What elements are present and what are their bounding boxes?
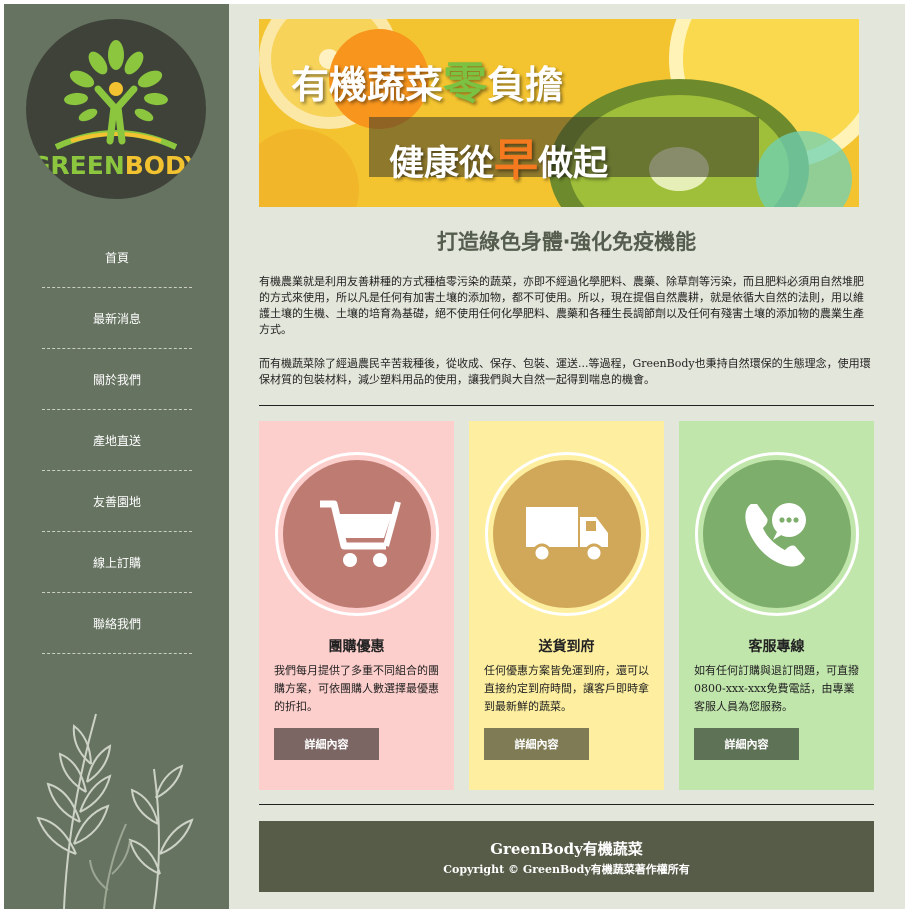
- card-group-buy: 團購優惠 我們每月提供了多重不同組合的團購方案，可依團購人數選擇最優惠的折扣。 …: [259, 421, 454, 790]
- sidebar-item-friendly-garden[interactable]: 友善園地: [42, 471, 192, 532]
- footer-copyright: Copyright © GreenBody有機蔬菜著作權所有: [443, 863, 690, 876]
- sidebar: GREENBODY 首頁 最新消息 關於我們 產地直送 友善園地 線上訂購 聯絡…: [4, 4, 229, 909]
- sidebar-nav: 首頁 最新消息 關於我們 產地直送 友善園地 線上訂購 聯絡我們: [42, 227, 192, 654]
- divider: [259, 405, 874, 406]
- divider: [259, 804, 874, 805]
- footer-title: GreenBody有機蔬菜: [490, 840, 643, 858]
- card-title: 團購優惠: [328, 639, 385, 655]
- sidebar-item-about[interactable]: 關於我們: [42, 349, 192, 410]
- details-button[interactable]: 詳細內容: [274, 728, 379, 760]
- phone-chat-icon: [745, 503, 806, 567]
- sidebar-item-contact[interactable]: 聯絡我們: [42, 593, 192, 654]
- page-frame: GREENBODY 首頁 最新消息 關於我們 產地直送 友善園地 線上訂購 聯絡…: [4, 4, 905, 909]
- page-title: 打造綠色身體‧強化免疫機能: [436, 230, 697, 254]
- card-text: 如有任何訂購與退訂問題，可直撥0800-xxx-xxx免費電話，由專業客服人員為…: [694, 664, 859, 713]
- details-button[interactable]: 詳細內容: [694, 728, 799, 760]
- card-title: 客服專線: [748, 639, 805, 655]
- sidebar-item-direct-from-farm[interactable]: 產地直送: [42, 410, 192, 471]
- footer: GreenBody有機蔬菜 Copyright © GreenBody有機蔬菜著…: [259, 821, 874, 892]
- shopping-cart-icon: [320, 500, 401, 567]
- delivery-truck-icon: [526, 507, 608, 563]
- greenbody-logo[interactable]: GREENBODY: [26, 19, 206, 199]
- banner-headline-1: 有機蔬菜零負擔: [291, 58, 564, 109]
- intro-paragraph-1: 有機農業就是利用友善耕種的方式種植零污染的蔬菜，亦即不經過化學肥料、農藥、除草劑…: [259, 275, 864, 336]
- banner-headline-2: 健康從早做起: [389, 135, 609, 186]
- card-home-delivery: 送貨到府 任何優惠方案皆免運到府，還可以直接約定到府時間，讓客戶即時拿到最新鮮的…: [469, 421, 664, 790]
- sidebar-item-online-order[interactable]: 線上訂購: [42, 532, 192, 593]
- sidebar-item-home[interactable]: 首頁: [42, 227, 192, 288]
- sidebar-item-news[interactable]: 最新消息: [42, 288, 192, 349]
- details-button[interactable]: 詳細內容: [484, 728, 589, 760]
- plant-decoration-icon: [36, 713, 194, 909]
- card-text: 我們每月提供了多重不同組合的團購方案，可依團購人數選擇最優惠的折扣。: [274, 664, 439, 713]
- card-icon-ring: [275, 452, 439, 616]
- logo-text: GREENBODY: [29, 151, 203, 180]
- card-title: 送貨到府: [538, 639, 595, 655]
- card-text: 任何優惠方案皆免運到府，還可以直接約定到府時間，讓客戶即時拿到最新鮮的蔬菜。: [484, 664, 649, 713]
- card-icon-ring: [695, 452, 859, 616]
- card-icon-ring: [485, 452, 649, 616]
- intro-paragraph-2: 而有機蔬菜除了經過農民辛苦栽種後，從收成、保存、包裝、運送...等過程，Gree…: [259, 357, 871, 386]
- card-customer-service: 客服專線 如有任何訂購與退訂問題，可直撥0800-xxx-xxx免費電話，由專業…: [679, 421, 874, 790]
- hero-banner: 有機蔬菜零負擔 健康從早做起: [259, 19, 859, 207]
